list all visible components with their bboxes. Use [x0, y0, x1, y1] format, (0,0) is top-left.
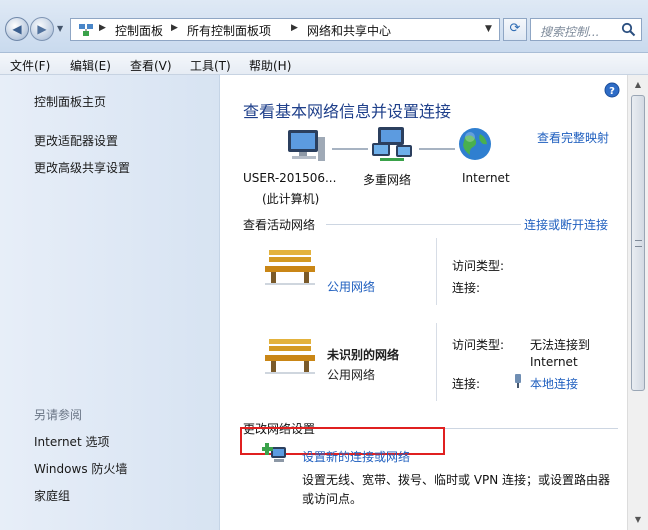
sidebar-link-windows-firewall[interactable]: Windows 防火墙 [34, 460, 127, 477]
bench-icon [265, 339, 315, 374]
network-2-access-value-line1: 无法连接到 [530, 338, 591, 352]
svg-text:?: ? [609, 86, 615, 97]
setup-new-connection-link[interactable]: 设置新的连接或网络 [302, 448, 410, 465]
view-full-map-link[interactable]: 查看完整映射 [537, 129, 609, 146]
address-dropdown-icon[interactable]: ▼ [485, 24, 492, 34]
scrollbar-thumb[interactable] [631, 95, 645, 391]
grip-icon [635, 240, 642, 247]
scroll-down-arrow-icon[interactable]: ▼ [628, 511, 648, 528]
ethernet-icon [515, 374, 521, 388]
network-2-connection-label: 连接: [452, 377, 481, 391]
computer-icon [288, 130, 325, 161]
left-task-pane: 控制面板主页 更改适配器设置 更改高级共享设置 另请参阅 Internet 选项… [0, 75, 220, 530]
network-1-type-link[interactable]: 公用网络 [327, 278, 375, 295]
bench-icon [265, 250, 315, 285]
menu-view[interactable]: 查看(V) [130, 57, 172, 74]
connect-disconnect-link[interactable]: 连接或断开连接 [524, 216, 608, 233]
breadcrumb-chevron-icon[interactable]: ▶ [291, 23, 298, 33]
network-folder-icon [79, 24, 93, 36]
multiple-networks-label: 多重网络 [363, 173, 412, 187]
internet-label: Internet [462, 171, 510, 185]
menu-bar: 文件(F) 编辑(E) 查看(V) 工具(T) 帮助(H) [0, 53, 648, 75]
sidebar-link-adapter-settings[interactable]: 更改适配器设置 [34, 132, 118, 149]
sidebar-link-homegroup[interactable]: 家庭组 [34, 487, 70, 504]
scroll-up-arrow-icon[interactable]: ▲ [628, 76, 648, 93]
globe-icon [459, 128, 491, 160]
see-also-heading: 另请参阅 [34, 408, 83, 422]
menu-file[interactable]: 文件(F) [10, 57, 50, 74]
breadcrumb-chevron-icon[interactable]: ▶ [171, 23, 178, 33]
search-input[interactable]: 搜索控制... [530, 18, 642, 41]
vertical-scrollbar[interactable]: ▲ ▼ [627, 75, 648, 530]
breadcrumb-chevron-icon[interactable]: ▶ [99, 23, 106, 33]
back-button[interactable]: ◀ [5, 17, 29, 41]
setup-description: 设置无线、宽带、拨号、临时或 VPN 连接；或设置路由器或访问点。 [302, 473, 611, 506]
network-divider [436, 238, 437, 305]
refresh-button[interactable]: ⟳ [503, 18, 527, 41]
address-bar-area: ◀ ▶ ▼ ▶ 控制面板 ▶ 所有控制面板项 ▶ 网络和共享中心 ▼ ⟳ 搜索控… [0, 0, 648, 53]
breadcrumb-all-items[interactable]: 所有控制面板项 [187, 22, 271, 39]
menu-help[interactable]: 帮助(H) [249, 57, 291, 74]
this-computer-label: (此计算机) [262, 192, 320, 206]
map-connector-line [419, 148, 455, 150]
network-1-access-label: 访问类型: [452, 259, 505, 273]
network-2-name: 未识别的网络 [327, 348, 400, 362]
network-divider [436, 323, 437, 401]
main-content: ? 查看基本网络信息并设置连接 查看完整映射 USER-201506... (此… [220, 75, 627, 530]
network-2-access-label: 访问类型: [452, 338, 505, 352]
breadcrumb-control-panel[interactable]: 控制面板 [115, 22, 163, 39]
address-bar[interactable]: ▶ 控制面板 ▶ 所有控制面板项 ▶ 网络和共享中心 ▼ [70, 18, 500, 41]
sidebar-link-control-panel-home[interactable]: 控制面板主页 [34, 93, 106, 110]
search-placeholder: 搜索控制... [540, 25, 600, 39]
recent-pages-dropdown[interactable]: ▼ [57, 24, 63, 33]
network-2-type: 公用网络 [327, 368, 376, 382]
section-divider [326, 224, 521, 225]
active-networks-heading: 查看活动网络 [243, 218, 316, 232]
local-connection-link[interactable]: 本地连接 [530, 375, 578, 392]
new-connection-icon[interactable] [262, 441, 288, 465]
network-1-connection-label: 连接: [452, 281, 481, 295]
sidebar-link-advanced-sharing[interactable]: 更改高级共享设置 [34, 159, 130, 176]
menu-edit[interactable]: 编辑(E) [70, 57, 111, 74]
forward-button[interactable]: ▶ [30, 17, 54, 41]
menu-tools[interactable]: 工具(T) [190, 57, 231, 74]
breadcrumb-network-center[interactable]: 网络和共享中心 [307, 22, 391, 39]
network-2-access-value-line2: Internet [530, 355, 578, 369]
help-icon[interactable]: ? [604, 82, 620, 98]
multiple-networks-icon [372, 127, 412, 161]
computer-name-label: USER-201506... [243, 171, 337, 185]
sidebar-link-internet-options[interactable]: Internet 选项 [34, 433, 109, 450]
page-title: 查看基本网络信息并设置连接 [243, 102, 452, 121]
search-icon[interactable] [621, 22, 636, 37]
map-connector-line [332, 148, 368, 150]
